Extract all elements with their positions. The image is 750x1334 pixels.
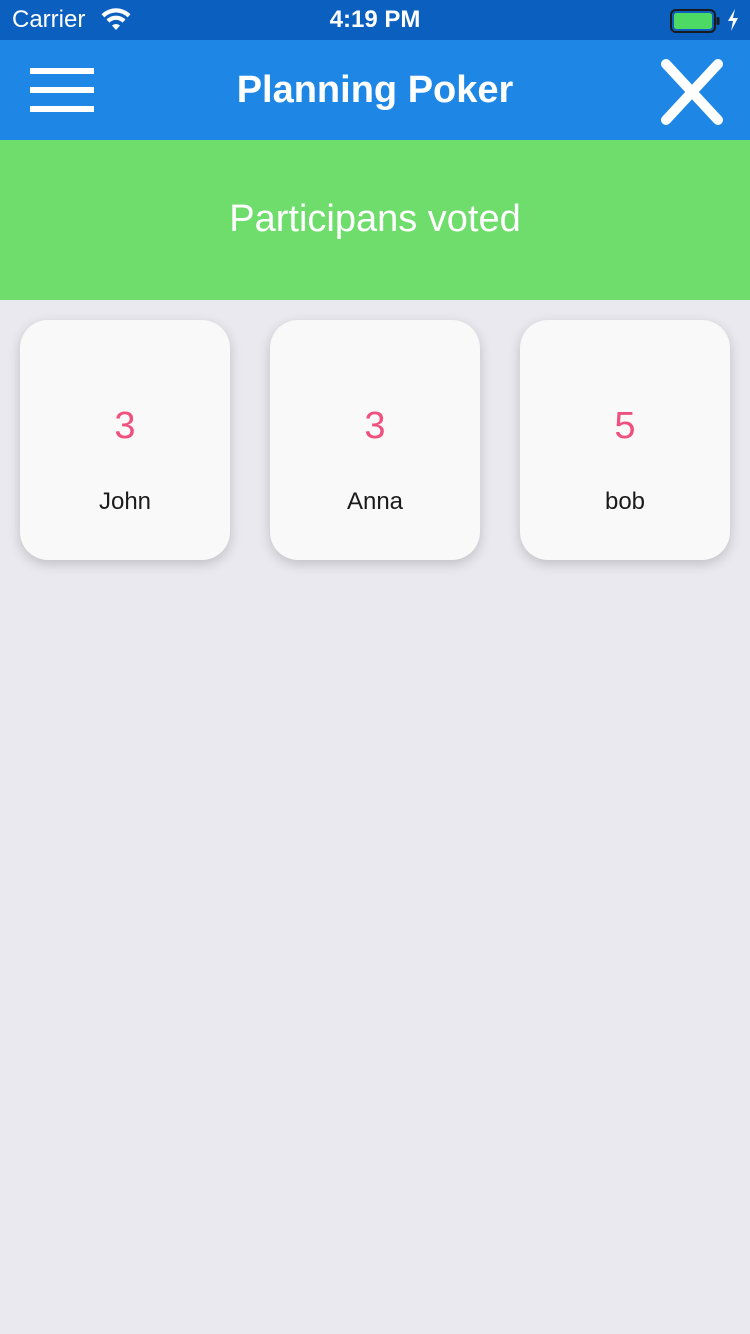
page-title: Planning Poker (236, 69, 514, 111)
vote-card[interactable]: 5 bob (520, 320, 730, 560)
vote-value: 5 (614, 405, 636, 447)
vote-value: 3 (364, 405, 386, 447)
vote-value: 3 (114, 405, 136, 447)
close-button[interactable] (654, 56, 730, 128)
participant-name: Anna (346, 488, 404, 515)
status-time: 4:19 PM (329, 6, 421, 33)
battery-icon (670, 9, 720, 33)
vote-cards: 3 John 3 Anna 5 bob (0, 320, 750, 560)
participant-name: John (98, 488, 152, 515)
banner-text: Participans voted (229, 198, 521, 240)
participant-name: bob (604, 488, 646, 515)
vote-card[interactable]: 3 John (20, 320, 230, 560)
vote-card[interactable]: 3 Anna (270, 320, 480, 560)
charging-icon (728, 9, 738, 31)
nav-bar: Planning Poker (0, 40, 750, 140)
status-bar: Carrier 4:19 PM (0, 0, 750, 40)
voted-banner: Participans voted (0, 140, 750, 300)
close-icon (661, 59, 723, 125)
